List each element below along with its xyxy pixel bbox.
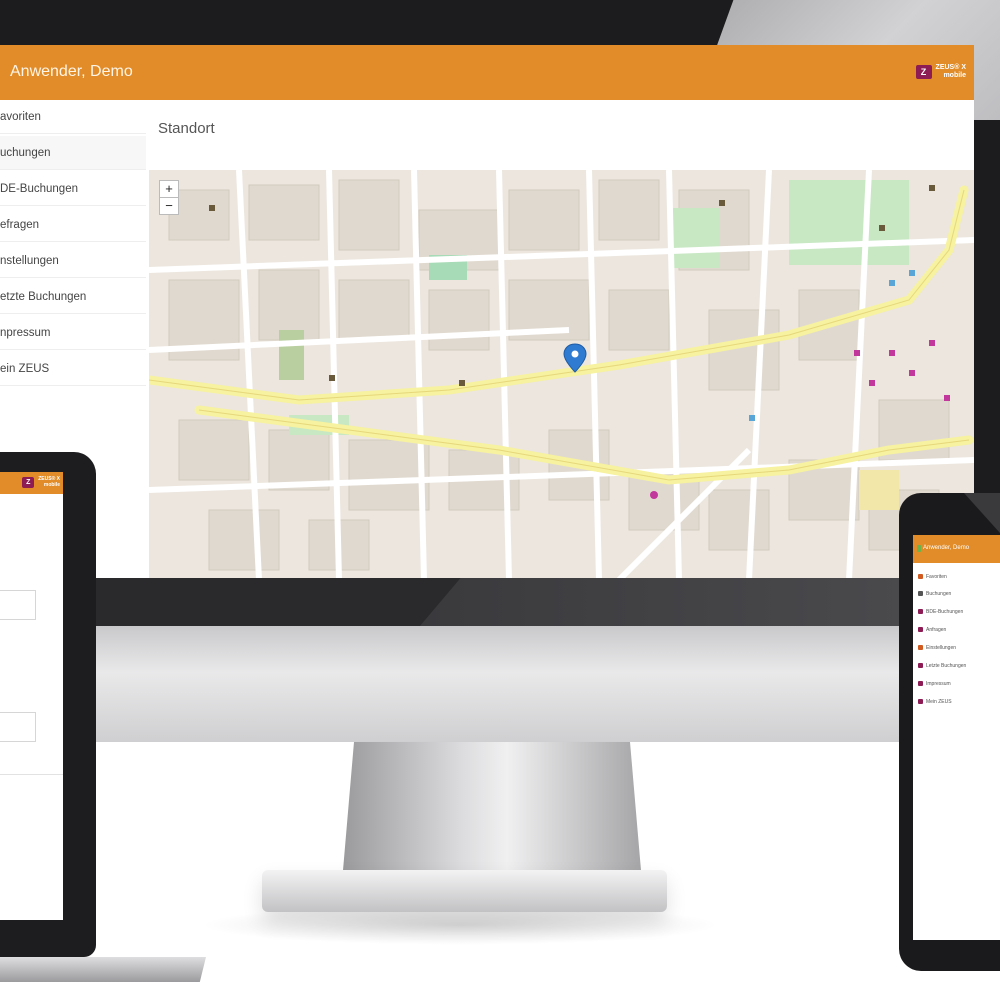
sidebar-item-label: nstellungen — [0, 255, 59, 267]
sidebar-item-favoriten[interactable]: avoriten — [0, 100, 146, 134]
phone-item-bde-buchungen[interactable]: BDE-Buchungen — [913, 605, 1000, 620]
zoom-in-button[interactable]: + — [159, 180, 179, 198]
sidebar-item-anfragen[interactable]: efragen — [0, 208, 146, 242]
phone-item-mein-zeus[interactable]: Mein ZEUS — [913, 695, 1000, 710]
page-title: Standort — [158, 120, 215, 137]
sidebar-item-label: ein ZEUS — [0, 363, 50, 375]
phone-item-label: Anfragen — [926, 627, 947, 633]
phone-item-letzte-buchungen[interactable]: Letzte Buchungen — [913, 659, 1000, 674]
wrench-icon — [918, 645, 923, 651]
phone-item-anfragen[interactable]: Anfragen — [913, 623, 1000, 638]
map-canvas — [149, 170, 974, 578]
phone-menu-icon[interactable] — [917, 545, 921, 552]
sidebar-item-einstellungen[interactable]: nstellungen — [0, 244, 146, 278]
phone-item-label: Impressum — [926, 681, 951, 687]
monitor-stand-base — [262, 870, 667, 912]
tablet-header: Z ZEUS® X mobile — [0, 472, 63, 494]
tablet-base — [0, 957, 206, 982]
user-icon — [918, 699, 923, 705]
tablet-zeus-logo: Z ZEUS® X mobile — [22, 476, 60, 488]
phone-item-buchungen[interactable]: Buchungen — [913, 587, 1000, 602]
sidebar-item-label: efragen — [0, 219, 40, 231]
sidebar-item-letzte-buchungen[interactable]: etzte Buchungen — [0, 280, 146, 314]
phone-item-label: Mein ZEUS — [926, 699, 952, 705]
phone-item-label: BDE-Buchungen — [926, 609, 964, 615]
question-icon — [918, 627, 923, 633]
info-icon — [918, 681, 923, 687]
monitor-body — [0, 626, 1000, 742]
login-username-field[interactable] — [0, 590, 36, 620]
location-map[interactable]: + − — [149, 170, 974, 578]
tablet-screen: Z ZEUS® X mobile — [0, 472, 63, 920]
phone-item-label: Einstellungen — [926, 645, 957, 651]
phone-item-label: Buchungen — [926, 591, 952, 597]
chart-icon — [918, 609, 923, 615]
phone-item-einstellungen[interactable]: Einstellungen — [913, 641, 1000, 656]
history-icon — [918, 663, 923, 669]
monitor-stand-neck — [342, 742, 642, 882]
monitor-screen: Anwender, Demo Z ZEUS® X mobile avoriten… — [0, 45, 974, 578]
phone-item-label: Favoriten — [926, 574, 947, 580]
sidebar-item-bde-buchungen[interactable]: DE-Buchungen — [0, 172, 146, 206]
sidebar-item-label: avoriten — [0, 111, 41, 123]
zeus-logo-icon: Z — [915, 65, 932, 79]
phone-header: Anwender, Demo — [913, 535, 1000, 563]
sidebar-item-buchungen[interactable]: uchungen — [0, 136, 146, 170]
clock-icon — [918, 591, 923, 597]
sidebar-item-label: npressum — [0, 327, 51, 339]
content-area: Standort + − — [146, 100, 974, 578]
phone-user-title: Anwender, Demo — [923, 545, 970, 551]
sidebar-item-label: DE-Buchungen — [0, 183, 78, 195]
sidebar-item-mein-zeus[interactable]: ein ZEUS — [0, 352, 146, 386]
sidebar-item-label: uchungen — [0, 147, 51, 159]
login-password-field[interactable] — [0, 712, 36, 742]
logo-line-1: ZEUS® X — [935, 64, 966, 71]
zeus-logo-icon: Z — [22, 476, 35, 488]
phone-item-impressum[interactable]: Impressum — [913, 677, 1000, 692]
star-icon — [918, 574, 923, 580]
zeus-logo: Z ZEUS® X mobile — [915, 64, 966, 80]
sidebar-item-label: etzte Buchungen — [0, 291, 87, 303]
sidebar-item-impressum[interactable]: npressum — [0, 316, 146, 350]
logo-line-2: mobile — [943, 72, 966, 79]
app-header: Anwender, Demo Z ZEUS® X mobile — [0, 45, 974, 100]
divider — [0, 774, 63, 775]
zoom-out-button[interactable]: − — [159, 197, 179, 215]
phone-item-favoriten[interactable]: Favoriten — [913, 570, 1000, 585]
logo-line-2: mobile — [43, 482, 60, 488]
phone-item-label: Letzte Buchungen — [926, 663, 967, 669]
phone-screen: Anwender, Demo Favoriten Buchungen BDE-B… — [913, 535, 1000, 940]
user-title: Anwender, Demo — [10, 63, 133, 80]
